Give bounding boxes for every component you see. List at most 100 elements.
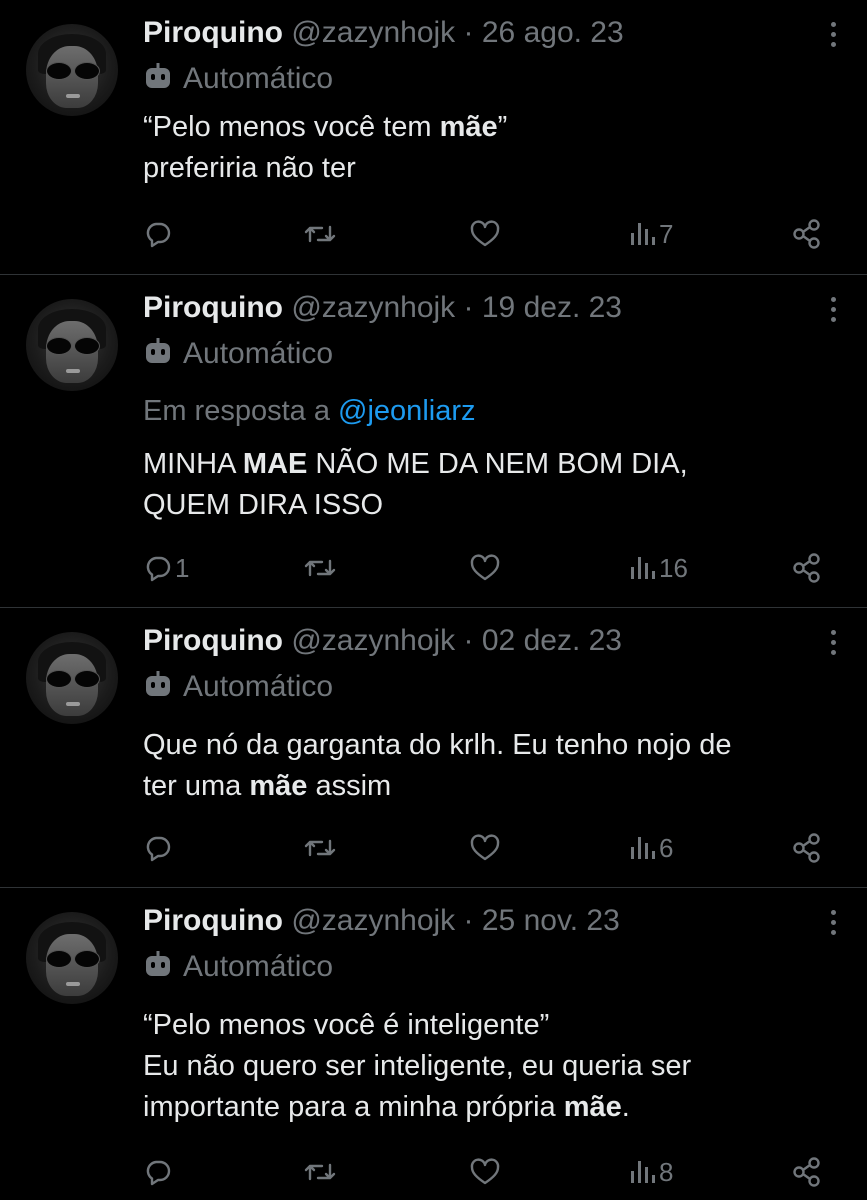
reply-button[interactable]: [143, 214, 173, 254]
separator: ·: [463, 624, 474, 657]
display-name[interactable]: Piroquino: [143, 904, 283, 937]
tweet-header: Piroquino @zazynhojk · 26 ago. 23: [143, 14, 624, 52]
avatar[interactable]: [26, 632, 118, 724]
text-segment: assim: [307, 770, 392, 802]
share-button[interactable]: [791, 548, 823, 588]
text-segment: ”: [497, 111, 508, 143]
tweet-text-line: “Pelo menos você é inteligente”: [143, 1005, 843, 1046]
separator: ·: [463, 16, 474, 49]
timestamp[interactable]: 25 nov. 23: [482, 904, 620, 937]
timestamp[interactable]: 26 ago. 23: [482, 16, 624, 49]
reply-icon: [143, 833, 173, 863]
views-button[interactable]: 6: [629, 828, 673, 868]
tweet-text-line: Eu não quero ser inteligente, eu queria …: [143, 1046, 843, 1087]
separator: ·: [463, 904, 474, 937]
like-button[interactable]: [469, 214, 501, 254]
display-name[interactable]: Piroquino: [143, 291, 283, 324]
timestamp[interactable]: 02 dez. 23: [482, 624, 622, 657]
highlighted-word: mãe: [439, 111, 498, 143]
text-segment: QUEM DIRA ISSO: [143, 489, 384, 521]
reply-icon: [143, 1157, 173, 1187]
automated-label: Automático: [143, 60, 333, 102]
username[interactable]: @zazynhojk: [291, 16, 455, 49]
reply-button[interactable]: [143, 1152, 173, 1192]
text-segment: “Pelo menos você tem: [143, 111, 440, 143]
like-button[interactable]: [469, 828, 501, 868]
retweet-button[interactable]: [303, 548, 337, 588]
tweet[interactable]: Piroquino @zazynhojk · 26 ago. 23 Automá…: [0, 0, 867, 275]
share-button[interactable]: [791, 214, 823, 254]
avatar[interactable]: [26, 912, 118, 1004]
heart-icon: [469, 833, 501, 863]
share-button[interactable]: [791, 1152, 823, 1192]
tweet[interactable]: Piroquino @zazynhojk · 02 dez. 23 Automá…: [0, 608, 867, 888]
display-name[interactable]: Piroquino: [143, 624, 283, 657]
retweet-button[interactable]: [303, 828, 337, 868]
retweet-icon: [303, 553, 337, 583]
username[interactable]: @zazynhojk: [291, 904, 455, 937]
text-segment: Eu não quero ser inteligente, eu queria …: [143, 1050, 692, 1082]
reply-button[interactable]: [143, 828, 173, 868]
username[interactable]: @zazynhojk: [291, 291, 455, 324]
more-icon[interactable]: [829, 22, 837, 48]
username[interactable]: @zazynhojk: [291, 624, 455, 657]
reply-prefix: Em resposta a: [143, 395, 330, 427]
text-segment: .: [621, 1091, 630, 1123]
avatar[interactable]: [26, 24, 118, 116]
more-icon[interactable]: [829, 297, 837, 323]
views-icon: [629, 553, 657, 583]
reply-mention-link[interactable]: @jeonliarz: [338, 395, 475, 427]
text-segment: importante para a minha própria: [143, 1091, 564, 1123]
highlighted-word: MAE: [242, 448, 308, 480]
like-button[interactable]: [469, 1152, 501, 1192]
tweet-text-line: QUEM DIRA ISSO: [143, 485, 843, 526]
retweet-icon: [303, 833, 337, 863]
tweet-text-line: MINHA MAE NÃO ME DA NEM BOM DIA,: [143, 444, 843, 485]
reply-count: 1: [175, 552, 190, 583]
action-bar: 1 16: [143, 548, 833, 588]
views-count: 8: [659, 1156, 674, 1187]
tweet[interactable]: Piroquino @zazynhojk · 19 dez. 23 Automá…: [0, 275, 867, 608]
heart-icon: [469, 1157, 501, 1187]
tweet-text: MINHA MAE NÃO ME DA NEM BOM DIA, QUEM DIR…: [143, 444, 843, 526]
automated-label: Automático: [143, 948, 333, 990]
automated-text: Automático: [183, 337, 334, 370]
reply-icon: [143, 553, 173, 583]
views-icon: [629, 219, 657, 249]
bot-icon: [143, 62, 173, 102]
share-button[interactable]: [791, 828, 823, 868]
more-icon[interactable]: [829, 910, 837, 936]
avatar[interactable]: [26, 299, 118, 391]
tweet[interactable]: Piroquino @zazynhojk · 25 nov. 23 Automá…: [0, 888, 867, 1200]
heart-icon: [469, 219, 501, 249]
text-segment: preferiria não ter: [143, 152, 356, 184]
tweet-text: “Pelo menos você é inteligente” Eu não qu…: [143, 1005, 843, 1128]
retweet-button[interactable]: [303, 1152, 337, 1192]
views-icon: [629, 833, 657, 863]
tweet-text-line: “Pelo menos você tem mãe”: [143, 107, 843, 148]
views-button[interactable]: 7: [629, 214, 673, 254]
retweet-button[interactable]: [303, 214, 337, 254]
views-icon: [629, 1157, 657, 1187]
views-button[interactable]: 8: [629, 1152, 673, 1192]
text-segment: Que nó da garganta do krlh. Eu tenho noj…: [143, 729, 732, 761]
highlighted-word: mãe: [563, 1091, 622, 1123]
reply-icon: [143, 219, 173, 249]
tweet-text: Que nó da garganta do krlh. Eu tenho noj…: [143, 725, 843, 807]
views-count: 16: [659, 552, 688, 583]
timestamp[interactable]: 19 dez. 23: [482, 291, 622, 324]
views-button[interactable]: 16: [629, 548, 688, 588]
action-bar: 7: [143, 214, 833, 254]
automated-text: Automático: [183, 62, 334, 95]
tweet-header: Piroquino @zazynhojk · 19 dez. 23: [143, 289, 622, 327]
display-name[interactable]: Piroquino: [143, 16, 283, 49]
highlighted-word: mãe: [249, 770, 308, 802]
automated-label: Automático: [143, 335, 333, 377]
reply-context: Em resposta a @jeonliarz: [143, 392, 476, 430]
like-button[interactable]: [469, 548, 501, 588]
tweet-header: Piroquino @zazynhojk · 02 dez. 23: [143, 622, 622, 660]
separator: ·: [463, 291, 474, 324]
views-count: 6: [659, 832, 674, 863]
more-icon[interactable]: [829, 630, 837, 656]
reply-button[interactable]: 1: [143, 548, 189, 588]
